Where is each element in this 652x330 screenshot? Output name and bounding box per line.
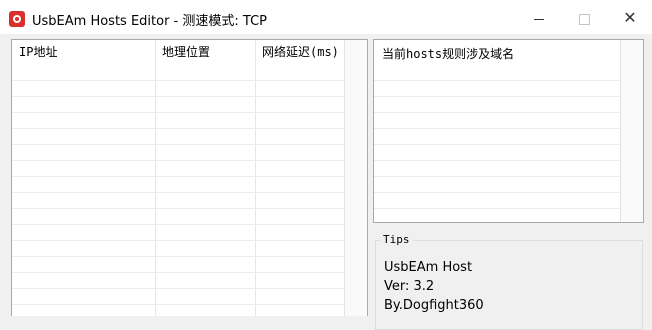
maximize-icon bbox=[579, 14, 590, 25]
row-gridline bbox=[12, 240, 345, 241]
row-gridline bbox=[374, 208, 623, 209]
row-gridline bbox=[12, 112, 345, 113]
hosts-list-header: 当前hosts规则涉及域名 bbox=[382, 47, 515, 61]
column-divider bbox=[155, 40, 156, 316]
row-gridline bbox=[12, 224, 345, 225]
row-gridline bbox=[374, 192, 623, 193]
column-header-location[interactable]: 地理位置 bbox=[155, 40, 255, 64]
row-gridline bbox=[12, 128, 345, 129]
row-gridline bbox=[12, 304, 345, 305]
row-gridline bbox=[374, 80, 623, 81]
row-gridline bbox=[12, 160, 345, 161]
row-gridline bbox=[374, 160, 623, 161]
close-icon: ✕ bbox=[623, 8, 637, 27]
tips-app-name: UsbEAm Host bbox=[384, 260, 473, 275]
row-gridline bbox=[12, 288, 345, 289]
row-gridline bbox=[374, 176, 623, 177]
row-gridline bbox=[12, 192, 345, 193]
close-button[interactable]: ✕ bbox=[619, 8, 641, 28]
tips-version: Ver: 3.2 bbox=[384, 279, 435, 294]
hosts-domain-list[interactable]: 当前hosts规则涉及域名 bbox=[373, 39, 644, 223]
row-gridline bbox=[12, 208, 345, 209]
minimize-button[interactable] bbox=[528, 8, 550, 28]
column-header-latency[interactable]: 网络延迟(ms) bbox=[255, 40, 344, 64]
window-title: UsbEAm Hosts Editor - 测速模式: TCP bbox=[32, 14, 267, 29]
ip-latency-table[interactable]: IP地址 地理位置 网络延迟(ms) bbox=[11, 39, 368, 316]
app-logo-icon bbox=[9, 11, 25, 27]
maximize-button[interactable] bbox=[573, 8, 595, 28]
row-gridline bbox=[12, 96, 345, 97]
row-gridline bbox=[12, 144, 345, 145]
minimize-icon bbox=[534, 19, 544, 20]
column-header-ip[interactable]: IP地址 bbox=[12, 40, 155, 64]
row-gridline bbox=[12, 272, 345, 273]
row-gridline bbox=[12, 256, 345, 257]
row-gridline bbox=[12, 176, 345, 177]
row-gridline bbox=[374, 112, 623, 113]
hosts-list-scrollbar[interactable] bbox=[620, 40, 643, 222]
column-divider bbox=[255, 40, 256, 316]
row-gridline bbox=[374, 144, 623, 145]
table-header: IP地址 地理位置 网络延迟(ms) bbox=[12, 40, 367, 64]
tips-author: By.Dogfight360 bbox=[384, 298, 484, 313]
table-scrollbar[interactable] bbox=[344, 40, 367, 316]
row-gridline bbox=[12, 80, 345, 81]
row-gridline bbox=[374, 128, 623, 129]
row-gridline bbox=[374, 96, 623, 97]
tips-legend: Tips bbox=[380, 233, 413, 246]
title-bar: UsbEAm Hosts Editor - 测速模式: TCP ✕ bbox=[0, 0, 652, 34]
